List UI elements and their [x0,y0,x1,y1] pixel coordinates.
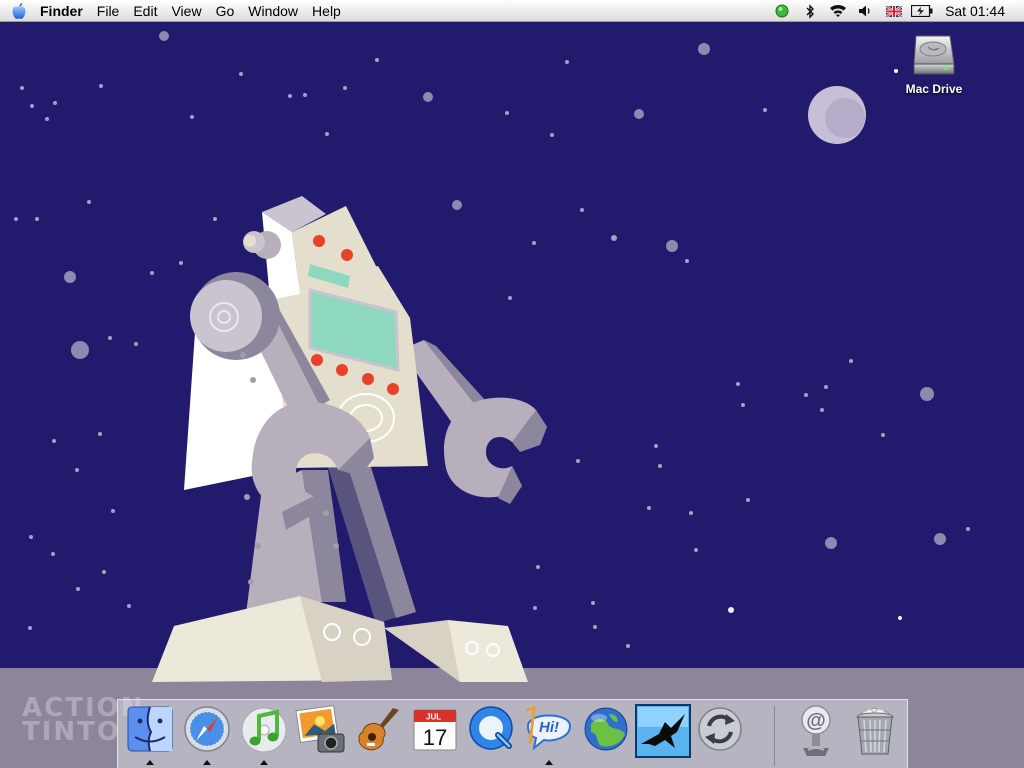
robot-wallpaper [0,22,1024,768]
dock: JUL 17 Hi! @ [117,699,908,768]
dock-item-quicktime[interactable] [464,704,520,762]
volume-icon [859,5,870,17]
garageband-icon [358,708,399,751]
dock-item-ichat[interactable]: Hi! [521,704,577,765]
volume-menu[interactable] [852,0,880,22]
dock-item-sync[interactable] [692,704,748,762]
ichat-status-menu[interactable] [768,0,796,22]
hard-drive-icon [913,35,955,75]
menu-app-finder[interactable]: Finder [38,0,90,22]
menu-file[interactable]: File [90,0,127,22]
svg-text:@: @ [806,710,826,732]
dock-item-finder[interactable] [122,704,178,765]
bluetooth-icon [806,3,815,19]
wifi-icon [830,4,847,18]
wifi-menu[interactable] [824,0,852,22]
ichat-bubble-text: Hi! [539,719,559,736]
running-indicator-finder [146,760,154,765]
menu-window[interactable]: Window [241,0,305,22]
ichat-icon: Hi! [525,706,572,751]
menu-clock[interactable]: Sat 01:44 [936,0,1024,22]
itunes-icon [241,707,287,753]
running-indicator-safari [203,760,211,765]
at-sign-icon: @ [801,705,831,756]
battery-menu[interactable] [908,0,936,22]
dock-item-safari[interactable] [179,704,235,765]
trash-icon [856,705,894,755]
battery-icon [911,5,933,17]
ical-day: 17 [423,725,447,750]
input-menu[interactable] [880,0,908,22]
sync-icon [698,707,742,751]
menu-edit[interactable]: Edit [126,0,164,22]
ical-month: JUL [426,713,441,722]
dock-item-itunes[interactable] [236,704,292,765]
menu-bar: Finder File Edit View Go Window Help Sat… [0,0,1024,22]
bird-icon [635,704,691,758]
running-indicator-itunes [260,760,268,765]
dock-item-garageband[interactable] [350,704,406,762]
menu-left: Finder File Edit View Go Window Help [0,0,348,22]
bluetooth-menu[interactable] [796,0,824,22]
uk-flag-icon [886,5,903,17]
dock-item-mail-downloads[interactable]: @ [788,704,844,762]
dock-divider [774,706,775,766]
safari-icon [184,706,230,752]
dock-item-iphoto[interactable] [293,704,349,762]
mac-drive[interactable]: Mac Drive [896,32,972,96]
menu-help[interactable]: Help [305,0,348,22]
ichat-status-icon [775,4,789,18]
desktop: ACTION TINTO Mac Drive [0,22,1024,768]
menu-extras: Sat 01:44 [768,0,1024,22]
running-indicator-ichat [545,760,553,765]
dock-item-trash[interactable] [847,704,903,762]
apple-icon [12,2,26,19]
quicktime-icon [469,706,513,750]
apple-menu[interactable] [0,0,38,22]
dock-item-bird-app[interactable] [635,704,691,762]
menu-go[interactable]: Go [209,0,242,22]
mac-drive-label: Mac Drive [905,82,963,96]
dock-item-internet-connect[interactable] [578,704,634,762]
ical-icon: JUL 17 [413,709,457,751]
finder-icon [127,706,173,752]
dock-item-ical[interactable]: JUL 17 [407,704,463,762]
globe-icon [584,707,628,751]
menu-view[interactable]: View [164,0,208,22]
iphoto-icon [295,704,345,753]
